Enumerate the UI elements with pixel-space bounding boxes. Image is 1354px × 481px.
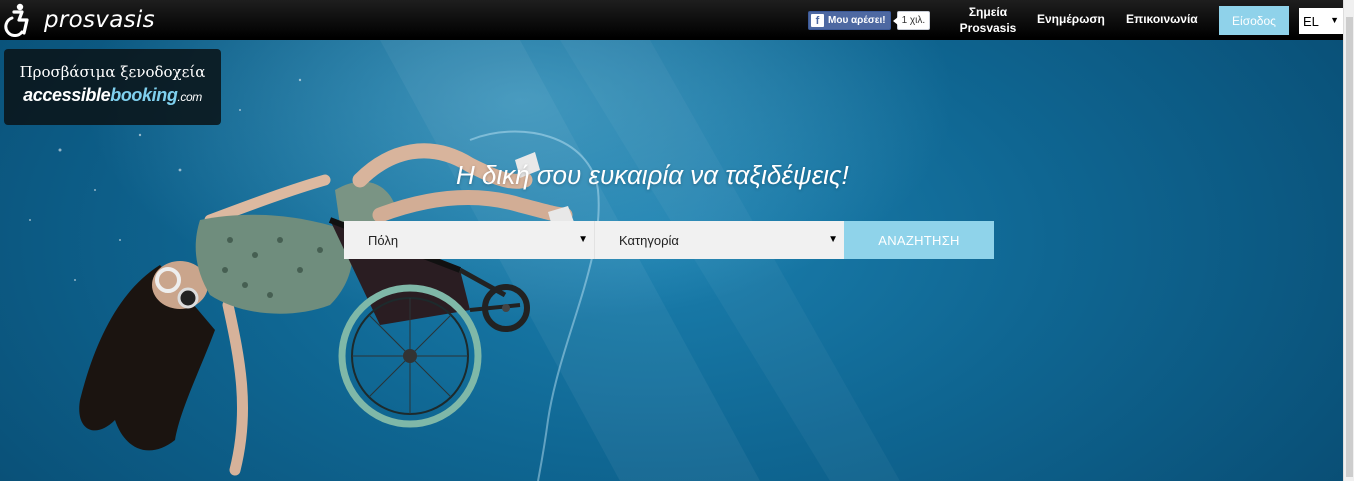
banner-brand-part1: accessible (23, 85, 111, 105)
hero-banner: Προσβάσιμα ξενοδοχεία accessiblebooking.… (0, 40, 1343, 481)
search-button[interactable]: ΑΝΑΖΗΤΗΣΗ (844, 221, 994, 259)
facebook-icon: f (811, 13, 824, 27)
facebook-like-widget[interactable]: f Μου αρέσει! 1 χιλ. (808, 10, 931, 30)
facebook-like-button[interactable]: f Μου αρέσει! (808, 10, 891, 30)
category-select[interactable]: Κατηγορία ▼ (594, 221, 844, 259)
site-name: prosvasis (44, 7, 155, 33)
chevron-down-icon: ▼ (828, 234, 838, 245)
city-select-value: Πόλη (368, 232, 399, 248)
search-bar: Πόλη ▼ Κατηγορία ▼ ΑΝΑΖΗΤΗΣΗ (344, 221, 994, 259)
banner-title: Προσβάσιμα ξενοδοχεία (19, 63, 206, 81)
site-logo[interactable]: prosvasis (2, 2, 155, 38)
page-scrollbar[interactable] (1343, 0, 1354, 481)
nav-link-news[interactable]: Ενημέρωση (1037, 11, 1105, 27)
hero-headline: Η δική σου ευκαιρία να ταξιδέψεις! (456, 160, 849, 190)
facebook-like-label: Μου αρέσει! (828, 14, 886, 26)
top-navigation-bar: prosvasis f Μου αρέσει! 1 χιλ. Σημεία Pr… (0, 0, 1343, 40)
nav-link-points-line1: Σημεία (968, 5, 1008, 19)
banner-brand-part2: booking (110, 85, 178, 105)
nav-link-points-line2: Prosvasis (959, 21, 1017, 35)
wheelchair-icon (4, 3, 29, 37)
language-value: EL (1303, 13, 1319, 29)
accessible-booking-banner[interactable]: Προσβάσιμα ξενοδοχεία accessiblebooking.… (4, 49, 221, 125)
language-select[interactable]: EL ▼ (1299, 8, 1343, 34)
login-button[interactable]: Είσοδος (1219, 6, 1289, 35)
nav-link-contact[interactable]: Επικοινωνία (1126, 11, 1198, 27)
chevron-down-icon: ▼ (578, 234, 588, 245)
scrollbar-thumb[interactable] (1346, 17, 1353, 477)
chevron-down-icon: ▼ (1330, 15, 1339, 25)
banner-brand: accessiblebooking.com (4, 85, 221, 106)
city-select[interactable]: Πόλη ▼ (344, 221, 594, 259)
category-select-value: Κατηγορία (619, 232, 679, 248)
banner-brand-part3: .com (177, 90, 202, 104)
facebook-like-count: 1 χιλ. (892, 10, 931, 30)
nav-link-points[interactable]: Σημεία Prosvasis (955, 4, 1021, 36)
